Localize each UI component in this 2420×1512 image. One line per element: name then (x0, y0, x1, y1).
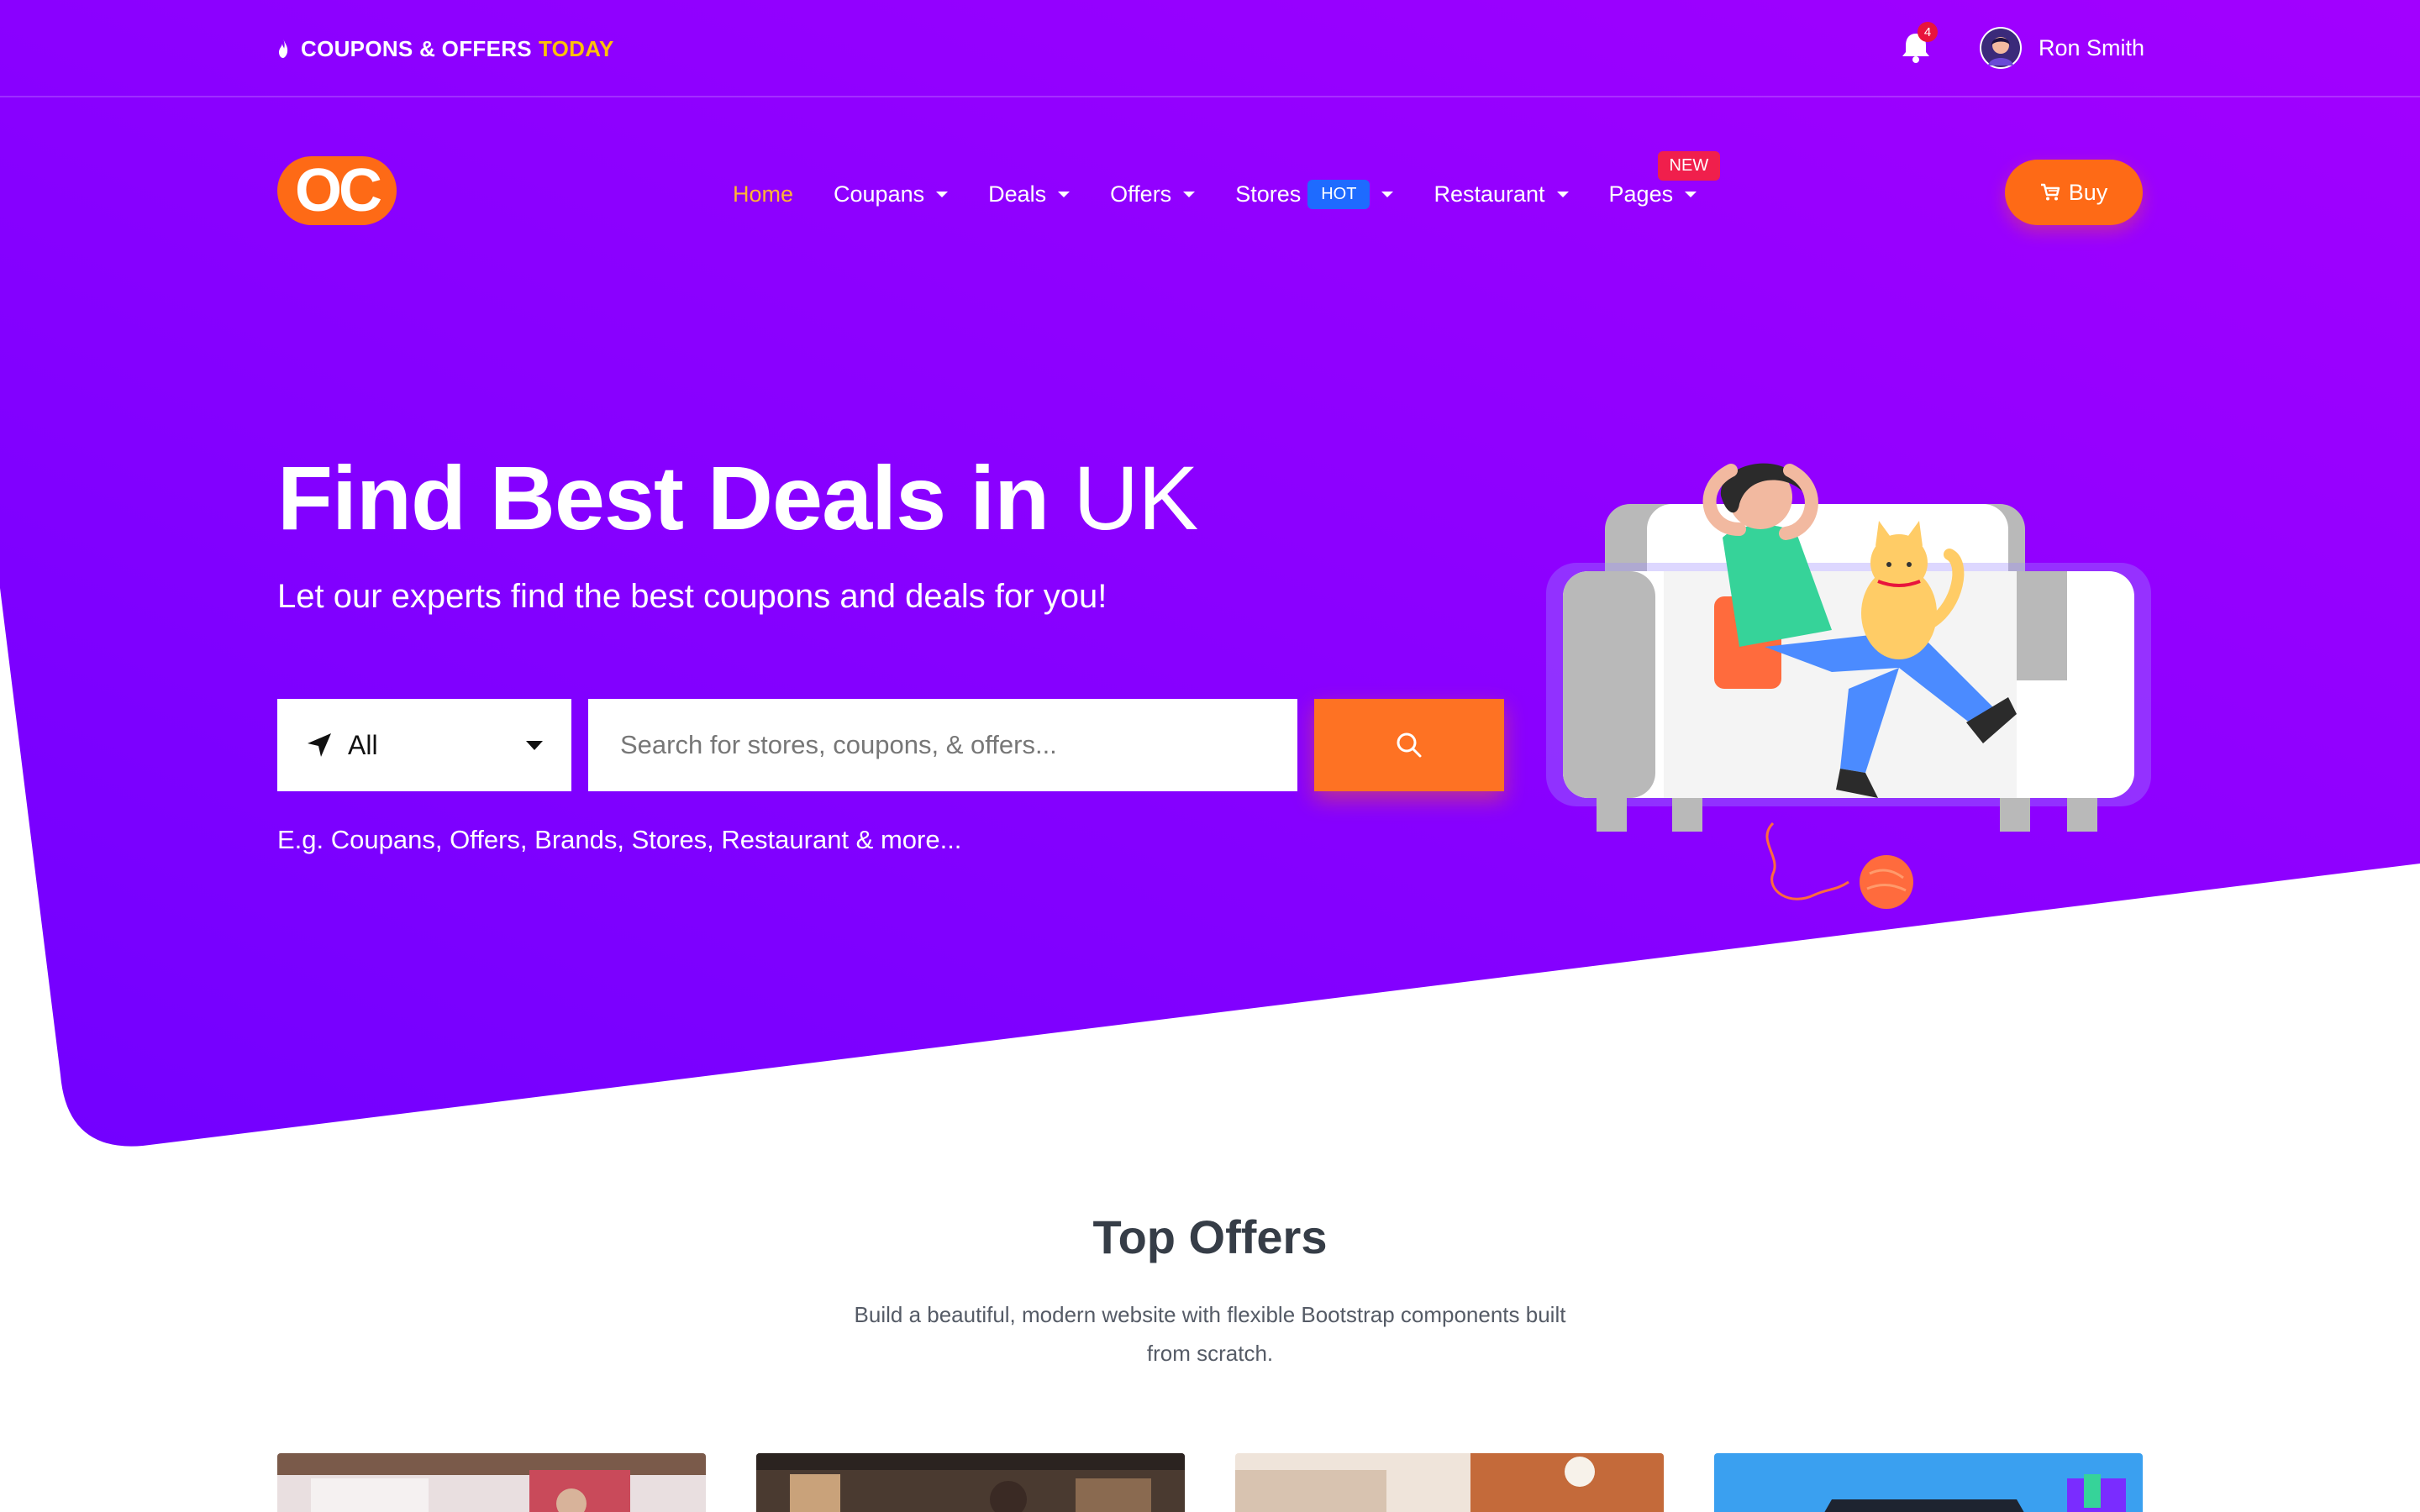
nav-item-home[interactable]: Home (733, 181, 793, 207)
location-value: All (348, 729, 378, 760)
offer-cards (277, 1453, 2143, 1512)
nav-label: Offers (1110, 181, 1172, 207)
nav-item-coupans[interactable]: Coupans (834, 181, 949, 207)
chevron-down-icon (1685, 191, 1697, 197)
logo[interactable]: OC (277, 156, 397, 225)
nav-label: Restaurant (1434, 181, 1545, 207)
section-subtitle: Build a beautiful, modern website with f… (854, 1302, 1566, 1366)
nav-label: Pages (1608, 181, 1674, 207)
avatar (1980, 27, 2022, 69)
user-name: Ron Smith (2039, 34, 2145, 60)
nav-item-deals[interactable]: Deals (988, 181, 1071, 207)
hot-badge: HOT (1307, 179, 1370, 209)
main-nav: Home Coupans Deals Offers Stores HOT Res… (733, 150, 1737, 212)
buy-button[interactable]: Buy (2005, 160, 2143, 225)
chevron-down-icon (1381, 191, 1394, 197)
chevron-down-icon (1556, 191, 1569, 197)
chevron-down-icon (936, 191, 949, 197)
chevron-down-icon (526, 740, 543, 750)
chevron-down-icon (1183, 191, 1196, 197)
search-hint: E.g. Coupans, Offers, Brands, Stores, Re… (277, 825, 962, 854)
location-select[interactable]: All (277, 699, 571, 791)
search-icon (1397, 732, 1422, 758)
chevron-down-icon (1058, 191, 1071, 197)
nav-item-stores[interactable]: Stores HOT (1235, 179, 1394, 209)
nav-label: Coupans (834, 181, 925, 207)
promo-highlight: TODAY (538, 35, 614, 61)
new-badge: NEW (1657, 150, 1721, 181)
promo-banner: COUPONS & OFFERS TODAY (277, 32, 614, 66)
offer-card-image[interactable] (1714, 1453, 2143, 1512)
hero-subheadline: Let our experts find the best coupons an… (277, 578, 1107, 615)
section-title: Top Offers (1092, 1210, 1328, 1263)
top-bar: COUPONS & OFFERS TODAY 4 Ron Smith (0, 0, 2420, 97)
search-input[interactable] (588, 699, 1297, 791)
offer-card-image[interactable] (277, 1453, 706, 1512)
nav-item-pages[interactable]: NEW Pages (1608, 150, 1721, 207)
search-button[interactable] (1314, 699, 1504, 791)
headline-bold: Find Best Deals in (277, 447, 1050, 549)
offer-card-image[interactable] (1235, 1453, 1664, 1512)
offer-card-image[interactable] (756, 1453, 1185, 1512)
nav-label: Deals (988, 181, 1047, 207)
headline-light: UK (1073, 447, 1198, 549)
location-arrow-icon (308, 733, 331, 757)
nav-item-restaurant[interactable]: Restaurant (1434, 181, 1569, 207)
hero-headline: Find Best Deals in UK (277, 445, 1198, 550)
nav-label: Stores (1235, 181, 1302, 207)
page: COUPONS & OFFERS TODAY 4 Ron Smith OC Ho… (0, 0, 2420, 1512)
user-menu[interactable]: Ron Smith (1980, 27, 2144, 69)
cart-icon (2040, 183, 2060, 201)
nav-item-offers[interactable]: Offers (1110, 181, 1196, 207)
hero-illustration (1546, 463, 2151, 909)
buy-label: Buy (2068, 179, 2108, 205)
logo-text: OC (295, 157, 382, 224)
notification-badge: 4 (1918, 22, 1938, 42)
fire-icon (279, 39, 288, 58)
nav-label: Home (733, 181, 794, 207)
promo-text: COUPONS & OFFERS (301, 35, 532, 61)
